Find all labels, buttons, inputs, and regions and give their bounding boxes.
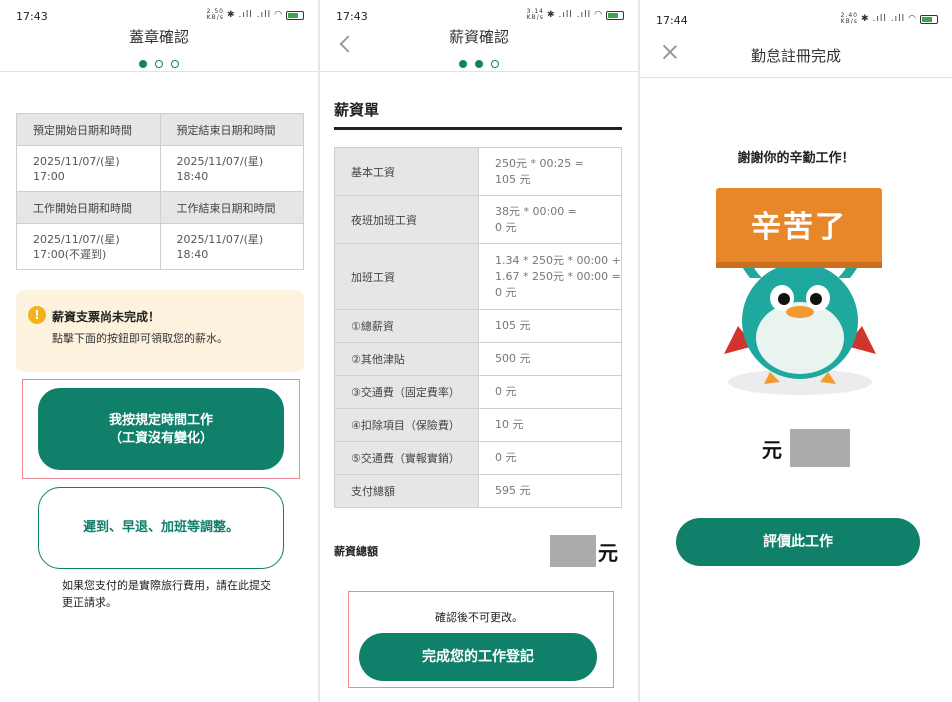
cell-text: 2025/11/07/(星) 18:40: [176, 154, 264, 183]
sign-text: 辛苦了: [751, 210, 847, 245]
payslip-value: 105 元: [478, 309, 622, 343]
table-header: 工作結束日期和時間: [159, 191, 304, 224]
table-cell: 2025/11/07/(星) 17:00: [16, 145, 161, 192]
step-dot-3: [491, 60, 499, 68]
header-divider: [0, 71, 318, 72]
cell-text: 2025/11/07/(星) 18:40: [176, 232, 264, 261]
table-cell: 2025/11/07/(星) 18:40: [159, 145, 304, 192]
step-dot-1: [139, 60, 147, 68]
status-time: 17:43: [336, 10, 368, 23]
salary-notice: ! 薪資支票尚未完成！ 點擊下面的按鈕即可領取您的薪水。: [16, 290, 304, 372]
payslip-table: 基本工資 250元 * 00:25 = 105 元 夜班加班工資 38元 * 00:…: [334, 147, 622, 508]
payslip-value: 250元 * 00:25 = 105 元: [478, 147, 622, 196]
battery-icon: [606, 10, 624, 20]
step-indicator: [0, 53, 318, 72]
status-icons: 3.14 KB/s ✱ .ıll .ıll ◠: [527, 9, 624, 21]
redacted-amount: [790, 429, 850, 467]
payslip-key: ⑤交通費（實報實銷）: [334, 441, 479, 475]
header-divider: [640, 77, 952, 78]
table-header: 工作開始日期和時間: [16, 191, 161, 224]
payslip-value: 0 元: [478, 441, 622, 475]
battery-icon: [920, 14, 938, 24]
payslip-key: ①總薪資: [334, 309, 479, 343]
network-speed: 2.40 KB/s: [840, 12, 858, 25]
network-speed: 3.14 KB/s: [526, 8, 544, 21]
rate-job-button[interactable]: 評價此工作: [676, 518, 920, 566]
step-dot-2: [475, 60, 483, 68]
payslip-value: 595 元: [478, 474, 622, 508]
cell-text: 2025/11/07/(星) 17:00(不遲到): [33, 232, 120, 261]
payslip-key: 夜班加班工資: [334, 195, 479, 244]
network-speed: 2.50 KB/s: [206, 8, 224, 21]
notice-title: 薪資支票尚未完成！: [52, 310, 161, 324]
signal-icon: .ıll .ıll: [238, 10, 272, 20]
screen-stamp-confirm: 17:43 2.50 KB/s ✱ .ıll .ıll ◠ 蓋章確認 預定開始日…: [0, 0, 318, 702]
payslip-key: 基本工資: [334, 147, 479, 196]
payslip-value: 38元 * 00:00 = 0 元: [478, 195, 622, 244]
value-text: 38元 * 00:00 = 0 元: [495, 204, 577, 234]
payslip-key: 支付總額: [334, 474, 479, 508]
currency-unit: 元: [762, 438, 782, 462]
payslip-key: ④扣除項目（保險費）: [334, 408, 479, 442]
status-icons: 2.40 KB/s ✱ .ıll .ıll ◠: [841, 13, 938, 25]
schedule-table: 預定開始日期和時間 預定結束日期和時間 2025/11/07/(星) 17:00…: [16, 113, 304, 270]
bluetooth-icon: ✱: [227, 10, 236, 20]
total-label: 薪資總額: [334, 545, 378, 558]
battery-icon: [286, 10, 304, 20]
section-rule: [334, 127, 622, 130]
button-label: 我按規定時間工作 （工資沒有變化）: [108, 413, 213, 446]
mascot-illustration: 辛苦了: [710, 186, 890, 396]
payslip-key: ②其他津貼: [334, 342, 479, 376]
cell-text: 2025/11/07/(星) 17:00: [33, 154, 120, 183]
thanks-message: 謝謝你的辛勤工作！: [737, 151, 855, 166]
page-title: 蓋章確認: [128, 28, 189, 46]
payslip-value: 10 元: [478, 408, 622, 442]
wifi-icon: ◠: [908, 14, 917, 24]
currency-unit: 元: [598, 541, 618, 565]
step-dot-2: [155, 60, 163, 68]
signal-icon: .ıll .ıll: [558, 10, 592, 20]
table-header: 預定開始日期和時間: [16, 113, 161, 146]
wifi-icon: ◠: [594, 10, 603, 20]
section-title: 薪資單: [334, 101, 380, 119]
screen-salary-confirm: 17:43 3.14 KB/s ✱ .ıll .ıll ◠ 薪資確認 薪資單 基…: [320, 0, 638, 702]
table-cell: 2025/11/07/(星) 17:00(不遲到): [16, 223, 161, 270]
payslip-value: 1.34 * 250元 * 00:00 + 1.67 * 250元 * 00:0…: [478, 243, 622, 310]
screen-registration-complete: 17:44 2.40 KB/s ✱ .ıll .ıll ◠ 勤怠註冊完成 謝謝你…: [640, 0, 952, 702]
wifi-icon: ◠: [274, 10, 283, 20]
status-bar: 17:44 2.40 KB/s ✱ .ıll .ıll ◠: [640, 0, 952, 30]
status-time: 17:44: [656, 14, 688, 27]
step-indicator: [320, 53, 638, 72]
step-dot-1: [459, 60, 467, 68]
page-title: 薪資確認: [448, 28, 509, 46]
notice-body: 點擊下面的按鈕即可領取您的薪水。: [52, 332, 228, 345]
payslip-key: ③交通費（固定費率）: [334, 375, 479, 409]
complete-registration-button[interactable]: 完成您的工作登記: [359, 633, 597, 681]
value-text: 250元 * 00:25 = 105 元: [495, 156, 584, 186]
header-divider: [320, 71, 638, 72]
worked-on-schedule-button[interactable]: 我按規定時間工作 （工資沒有變化）: [38, 388, 284, 470]
signal-icon: .ıll .ıll: [872, 14, 906, 24]
page-title: 勤怠註冊完成: [750, 47, 841, 65]
status-time: 17:43: [16, 10, 48, 23]
payslip-value: 0 元: [478, 375, 622, 409]
step-dot-3: [171, 60, 179, 68]
payslip-key: 加班工資: [334, 243, 479, 310]
adjust-time-button[interactable]: 遲到、早退、加班等調整。: [38, 487, 284, 569]
payslip-value: 500 元: [478, 342, 622, 376]
table-cell: 2025/11/07/(星) 18:40: [159, 223, 304, 270]
confirm-note: 確認後不可更改。: [435, 611, 523, 624]
value-text: 1.34 * 250元 * 00:00 + 1.67 * 250元 * 00:0…: [495, 253, 621, 299]
redacted-amount: [550, 535, 596, 567]
table-header: 預定結束日期和時間: [159, 113, 304, 146]
status-icons: 2.50 KB/s ✱ .ıll .ıll ◠: [207, 9, 304, 21]
bluetooth-icon: ✱: [861, 14, 870, 24]
correction-note: 如果您支付的是實際旅行費用，請在此提交更正請求。: [62, 579, 271, 609]
warning-icon: !: [28, 306, 46, 324]
bluetooth-icon: ✱: [547, 10, 556, 20]
